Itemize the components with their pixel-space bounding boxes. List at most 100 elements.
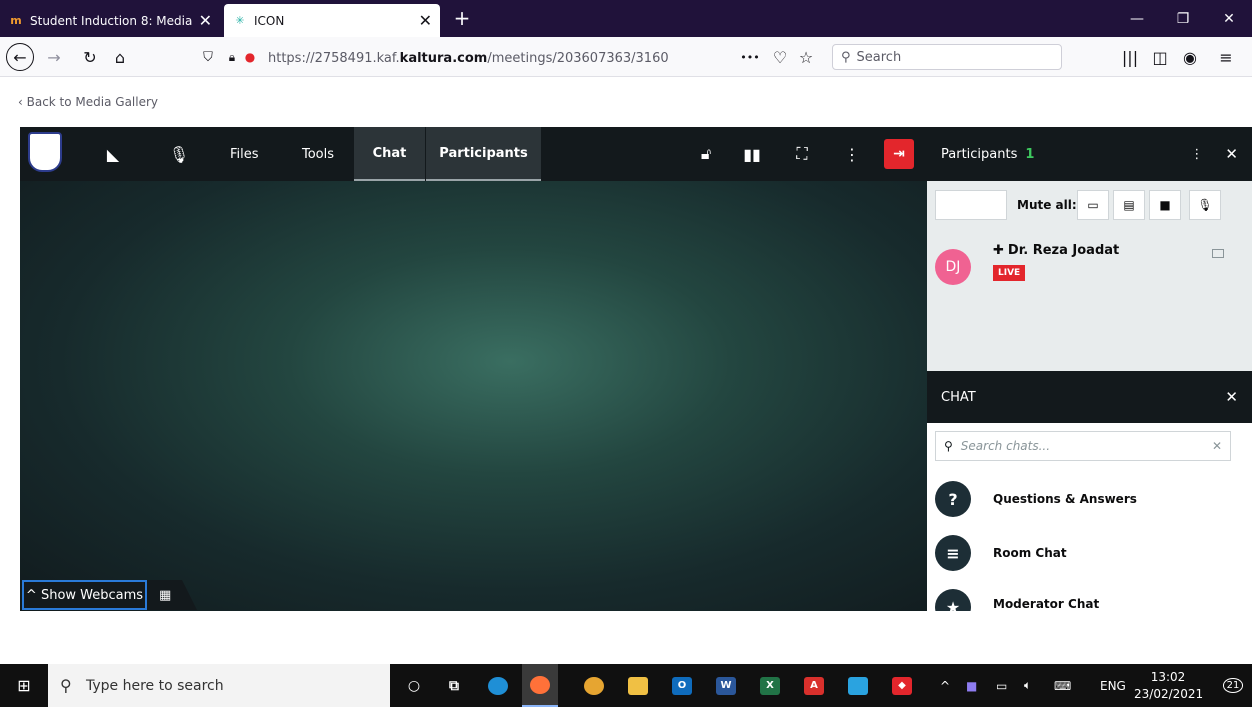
exit-room-button[interactable]: ⇥	[884, 139, 914, 169]
screen-share-status-icon	[1212, 249, 1224, 258]
excel-icon[interactable]: X	[752, 664, 788, 707]
tab-participants[interactable]: Participants	[426, 127, 541, 181]
chat-item-room[interactable]: ≡ Room Chat	[935, 535, 1067, 571]
taskbar-search-input[interactable]: ⚲ Type here to search	[48, 664, 390, 707]
show-hidden-icons-icon[interactable]: ^	[940, 664, 950, 707]
star-icon: ★	[935, 589, 971, 611]
tab-student-induction[interactable]: m Student Induction 8: Media Gall ✕	[0, 4, 220, 37]
task-view-icon[interactable]: ⧉	[436, 664, 472, 707]
notifications-icon[interactable]: 21	[1218, 664, 1248, 707]
minimize-icon[interactable]: —	[1114, 0, 1160, 37]
close-window-icon[interactable]: ✕	[1206, 0, 1252, 37]
remote-app-icon[interactable]: ◆	[884, 664, 920, 707]
page-actions-icon[interactable]: •••	[736, 43, 764, 71]
participant-name: ✚ Dr. Reza Joadat	[993, 243, 1119, 258]
keyboard-icon[interactable]: ⌨	[1054, 664, 1071, 707]
url-prefix: https://2758491.kaf.	[268, 50, 400, 66]
system-clock[interactable]: 13:02 23/02/2021	[1134, 666, 1204, 706]
file-explorer-icon[interactable]	[620, 664, 656, 707]
close-participants-icon[interactable]: ✕	[1225, 145, 1238, 163]
menu-icon[interactable]: ≡	[1212, 43, 1240, 71]
chat-item-moderator[interactable]: ★ Moderator Chat	[935, 589, 1099, 611]
restore-icon[interactable]: ❐	[1160, 0, 1206, 37]
chrome-icon[interactable]	[576, 664, 612, 707]
microphone-icon[interactable]: 🎙︎	[164, 127, 194, 181]
show-webcams-button[interactable]: ^ Show Webcams	[22, 580, 147, 610]
volume-icon[interactable]: 🔈︎	[1024, 664, 1031, 707]
sidebar-icon[interactable]: ◫	[1146, 43, 1174, 71]
cortana-icon[interactable]: ○	[396, 664, 432, 707]
bookmark-star-icon[interactable]: ☆	[792, 43, 820, 71]
tab-tools[interactable]: Tools	[282, 127, 354, 181]
chat-title: CHAT	[941, 389, 976, 405]
url-path: /meetings/203607363/3160	[487, 50, 669, 66]
tab-title: Student Induction 8: Media Gall	[30, 13, 193, 28]
camera-off-icon[interactable]: ◣	[98, 127, 128, 181]
close-chat-icon[interactable]: ✕	[1225, 388, 1238, 406]
search-icon: ⚲	[841, 49, 851, 65]
search-icon: ⚲	[60, 676, 72, 695]
participants-title: Participants	[941, 146, 1018, 162]
back-to-gallery-link[interactable]: ‹ Back to Media Gallery	[18, 95, 158, 109]
icon-favicon-icon: ✳	[235, 14, 245, 27]
pocket-icon[interactable]: ♡	[766, 43, 794, 71]
firefox-icon[interactable]	[522, 664, 558, 707]
question-icon: ?	[935, 481, 971, 517]
university-crest-logo	[28, 132, 62, 172]
windows-start-icon[interactable]: ⊞	[0, 664, 48, 707]
windows-taskbar: ⊞ ⚲ Type here to search ○ ⧉ O W X A ◆ ^ …	[0, 664, 1252, 707]
browser-tab-strip: m Student Induction 8: Media Gall ✕ ✳ IC…	[0, 0, 1252, 37]
app-icon[interactable]	[840, 664, 876, 707]
mute-all-microphone-icon[interactable]: 🎙︎	[1189, 190, 1221, 220]
side-panel: Participants 1 ⋮ ✕ Mute all: ▭ ▤ ■ 🎙︎ DJ…	[927, 127, 1252, 611]
chat-item-questions[interactable]: ? Questions & Answers	[935, 481, 1137, 517]
edge-icon[interactable]	[480, 664, 516, 707]
chat-search-input[interactable]: ⚲ Search chats... ✕	[935, 431, 1231, 461]
lock-room-icon[interactable]: 🔓︎	[694, 127, 718, 181]
live-badge: LIVE	[993, 265, 1026, 281]
microphone-active-icon[interactable]: ●	[236, 43, 264, 71]
browser-nav-bar: ← → ↻ ⌂ ⛉ 🔒︎ ● https://2758491.kaf. kaltu…	[0, 37, 1252, 77]
library-icon[interactable]: |||	[1116, 43, 1144, 71]
tab-files[interactable]: Files	[210, 127, 279, 181]
search-input[interactable]: ⚲ Search	[832, 44, 1062, 70]
new-tab-button[interactable]: +	[448, 4, 476, 32]
mute-all-chat-icon[interactable]: ▤	[1113, 190, 1145, 220]
language-indicator[interactable]: ENG	[1100, 664, 1126, 707]
search-placeholder: Search	[856, 49, 902, 65]
participants-header: Participants 1 ⋮ ✕	[927, 127, 1252, 181]
participants-count: 1	[1025, 146, 1035, 162]
reload-icon[interactable]: ↻	[76, 43, 104, 71]
mute-all-camera-icon[interactable]: ■	[1149, 190, 1181, 220]
polls-icon[interactable]: ▮▮	[740, 127, 764, 181]
close-tab-icon[interactable]: ✕	[199, 11, 212, 30]
more-options-icon[interactable]: ⋮	[842, 127, 862, 181]
close-tab-icon[interactable]: ✕	[419, 11, 432, 30]
account-icon[interactable]: ◉	[1176, 43, 1204, 71]
meeting-app: ◣ 🎙︎ Files Tools Chat Participants 🔓︎ ▮▮…	[20, 127, 1252, 611]
participants-menu-icon[interactable]: ⋮	[1190, 147, 1203, 162]
participants-list: Mute all: ▭ ▤ ■ 🎙︎ DJ ✚ Dr. Reza Joadat …	[927, 181, 1252, 371]
video-stage	[20, 181, 927, 611]
tray-app-icon[interactable]: ■	[966, 664, 977, 707]
clear-search-icon[interactable]: ✕	[1212, 439, 1222, 453]
taskbar-search-placeholder: Type here to search	[86, 677, 224, 694]
mute-all-screenshare-icon[interactable]: ▭	[1077, 190, 1109, 220]
tab-chat[interactable]: Chat	[354, 127, 425, 181]
chat-item-label: Moderator Chat	[993, 597, 1100, 611]
moderator-icon: ✚	[993, 243, 1004, 258]
home-icon[interactable]: ⌂	[106, 43, 134, 71]
acrobat-icon[interactable]: A	[796, 664, 832, 707]
participant-name-text: Dr. Reza Joadat	[1007, 243, 1120, 258]
participant-filter-input[interactable]	[935, 190, 1007, 220]
meeting-toolbar: ◣ 🎙︎ Files Tools Chat Participants 🔓︎ ▮▮…	[20, 127, 927, 181]
network-icon[interactable]: ▭	[996, 664, 1007, 707]
forward-icon[interactable]: →	[40, 43, 68, 71]
tab-icon[interactable]: ✳ ICON ✕	[224, 4, 440, 37]
fullscreen-icon[interactable]: ⛶	[790, 127, 814, 181]
outlook-icon[interactable]: O	[664, 664, 700, 707]
clock-date: 23/02/2021	[1134, 687, 1204, 701]
back-icon[interactable]: ←	[6, 43, 34, 71]
chat-search-placeholder: Search chats...	[960, 439, 1051, 453]
word-icon[interactable]: W	[708, 664, 744, 707]
